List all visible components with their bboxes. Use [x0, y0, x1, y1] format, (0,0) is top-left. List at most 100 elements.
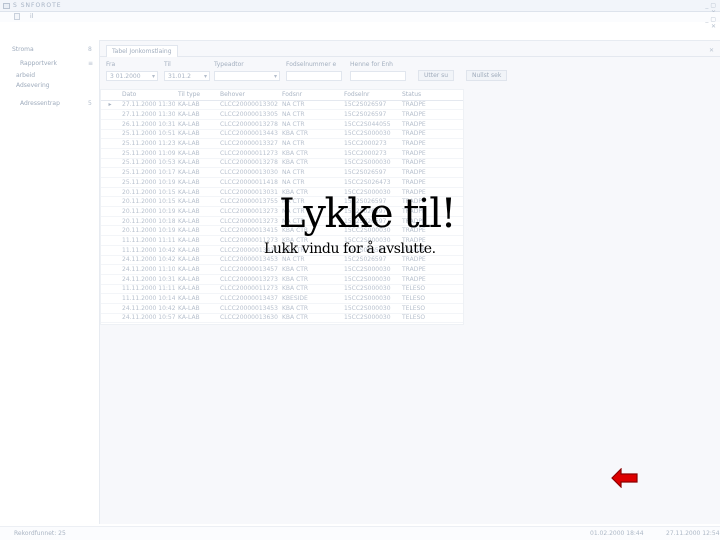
- sidebar-item-arbeid[interactable]: arbeid: [16, 72, 35, 79]
- row-marker: [101, 235, 119, 246]
- row-marker: [101, 206, 119, 217]
- sidebar-caret-icon[interactable]: 8: [88, 46, 92, 53]
- row-marker: [101, 109, 119, 120]
- table-cell: 24.11.2000 10:42: [119, 303, 175, 314]
- table-row[interactable]: 25.11.2000 10:19 KA-LAB CLCC20000011418 NA …: [101, 177, 463, 188]
- table-row[interactable]: ▸ 27.11.2000 11:30 KA-LAB CLCC20000013302 NA…: [101, 100, 463, 111]
- table-row[interactable]: 25.11.2000 11:09 KA-LAB CLCC20000011273 KBA…: [101, 148, 463, 159]
- table-cell: 15CC2S000030: [341, 264, 399, 275]
- table-cell: 27.11.2000 11:30: [119, 109, 175, 120]
- table-row[interactable]: 27.11.2000 11:30 KA-LAB CLCC20000013305 NA …: [101, 109, 463, 120]
- table-row[interactable]: 25.11.2000 10:51 KA-LAB CLCC20000013443 KBA…: [101, 129, 463, 140]
- chevron-down-icon[interactable]: ▾: [152, 73, 155, 80]
- overlay-subtitle: Lukk vindu for å avslutte.: [264, 241, 436, 257]
- table-row[interactable]: 24.11.2000 10:57 KA-LAB CLCC20000013630 KBA…: [101, 313, 463, 324]
- table-cell: TRADPE: [399, 264, 463, 275]
- tab-table[interactable]: Tabel Jonkomstlaing: [106, 45, 178, 57]
- table-cell: 15CC2S000030: [341, 274, 399, 285]
- column-header[interactable]: Fodselnr: [341, 90, 399, 101]
- table-row[interactable]: 24.11.2000 10:42 KA-LAB CLCC20000013453 KBA…: [101, 303, 463, 314]
- to-date-field[interactable]: 31.01.2 ▾: [164, 71, 210, 81]
- main-panel: Tabel Jonkomstlaing ✕ Fra 3 01.2000 ▾ Ti…: [100, 40, 720, 524]
- child-window-controls[interactable]: _ ▢ ✕: [702, 16, 716, 30]
- table-row[interactable]: 24.11.2000 10:31KA-LABCLCC20000013437KBE…: [101, 322, 463, 324]
- sidebar-item-adressentrap[interactable]: Adressentrap: [20, 100, 60, 107]
- table-cell: NA CTR: [279, 177, 341, 188]
- table-cell: CLCC20000013437: [217, 293, 279, 304]
- table-row[interactable]: 26.11.2000 10:31 KA-LAB CLCC20000013278 NA …: [101, 119, 463, 130]
- back-arrow-button[interactable]: [611, 467, 638, 489]
- reset-button[interactable]: Nullst sek: [466, 70, 508, 81]
- field4-label: Fodselnummer e: [286, 61, 337, 68]
- sidebar-item-rapportverk[interactable]: Rapportverk: [20, 60, 57, 67]
- from-date-field[interactable]: 3 01.2000 ▾: [106, 71, 158, 81]
- table-row[interactable]: 25.11.2000 10:53 KA-LAB CLCC20000013278 KBA…: [101, 158, 463, 169]
- table-cell: CLCC20000013327: [217, 138, 279, 149]
- table-row[interactable]: 24.11.2000 11:10 KA-LAB CLCC20000013457 KBA…: [101, 264, 463, 275]
- type-select[interactable]: ▾: [214, 71, 280, 81]
- document-icon[interactable]: [14, 13, 20, 20]
- table-cell: KA-LAB: [175, 264, 217, 275]
- chevron-down-icon[interactable]: ▾: [274, 73, 277, 80]
- window-controls[interactable]: _ ▢ ✕: [702, 2, 716, 16]
- close-icon[interactable]: ✕: [709, 47, 714, 54]
- row-marker: [101, 216, 119, 227]
- table-cell: CLCC20000013273: [217, 216, 279, 227]
- column-header[interactable]: [101, 90, 119, 101]
- table-cell: KA-LAB: [175, 187, 217, 198]
- table-cell: KA-LAB: [175, 322, 217, 324]
- table-cell: 15CC2000273: [341, 148, 399, 159]
- table-cell: KBESIDE: [279, 322, 341, 324]
- table-cell: 20.11.2000 10:19: [119, 225, 175, 237]
- column-header[interactable]: Dato: [119, 90, 175, 101]
- table-cell: KA-LAB: [175, 293, 217, 304]
- menu-item[interactable]: il: [30, 13, 33, 20]
- sidebar-menu-icon[interactable]: ≡: [88, 60, 93, 67]
- column-header[interactable]: Behover: [217, 90, 279, 101]
- table-cell: KA-LAB: [175, 177, 217, 188]
- sidebar-item-stroma[interactable]: Stroma: [12, 46, 34, 53]
- sidebar-item-adsevering[interactable]: Adsevering: [16, 82, 50, 89]
- table-cell: KA-LAB: [175, 148, 217, 159]
- column-header[interactable]: Status: [399, 90, 463, 101]
- window-title: S SNFOROTE: [13, 2, 62, 9]
- table-row[interactable]: 24.11.2000 10:31 KA-LAB CLCC20000013273 KBA…: [101, 274, 463, 285]
- table-cell: KA-LAB: [175, 303, 217, 314]
- row-marker: [101, 119, 119, 130]
- table-row[interactable]: 25.11.2000 11:23 KA-LAB CLCC20000013327 NA …: [101, 138, 463, 149]
- search-button[interactable]: Utter su: [418, 70, 455, 81]
- field4-input[interactable]: [286, 71, 342, 81]
- table-cell: 11.11.2000 10:42: [119, 245, 175, 256]
- table-cell: 25.11.2000 11:23: [119, 138, 175, 149]
- title-bar: S SNFOROTE _ ▢ ✕: [0, 0, 720, 16]
- table-cell: 25.11.2000 10:53: [119, 158, 175, 169]
- table-cell: CLCC20000013031: [217, 187, 279, 198]
- table-row[interactable]: 11.11.2000 11:11 KA-LAB CLCC20000011273 KBA…: [101, 284, 463, 295]
- table-cell: 15CC2S000030: [341, 313, 399, 324]
- table-cell: CLCC20000013278: [217, 119, 279, 130]
- sidebar-caret-icon[interactable]: 5: [88, 100, 92, 107]
- table-cell: 15CC2S000030: [341, 293, 399, 304]
- table-cell: 11.11.2000 10:14: [119, 293, 175, 304]
- row-marker: [101, 293, 119, 304]
- table-row[interactable]: 11.11.2000 10:14 KA-LAB CLCC20000013437 KBE…: [101, 293, 463, 304]
- table-cell: 15CC2S044055: [341, 119, 399, 130]
- row-marker: [101, 158, 119, 169]
- table-cell: 15CC2S000030: [341, 303, 399, 314]
- table-cell: 20.11.2000 10:15: [119, 187, 175, 198]
- column-header[interactable]: Til type: [175, 90, 217, 101]
- table-cell: CLCC20000013457: [217, 264, 279, 275]
- field5-label: Henne for Enh: [350, 61, 393, 68]
- row-marker: [101, 303, 119, 314]
- table-cell: KA-LAB: [175, 167, 217, 178]
- to-date-label: Til: [164, 61, 171, 68]
- column-header[interactable]: Fodsnr: [279, 90, 341, 101]
- row-marker: [101, 167, 119, 178]
- table-cell: 15C2S026597: [341, 100, 399, 111]
- table-cell: TRADPE: [399, 100, 463, 111]
- chevron-down-icon[interactable]: ▾: [204, 73, 207, 80]
- field5-input[interactable]: [350, 71, 406, 81]
- table-cell: 25.11.2000 10:17: [119, 167, 175, 178]
- table-row[interactable]: 25.11.2000 10:17 KA-LAB CLCC20000013030 NA …: [101, 167, 463, 178]
- table-cell: KA-LAB: [175, 284, 217, 295]
